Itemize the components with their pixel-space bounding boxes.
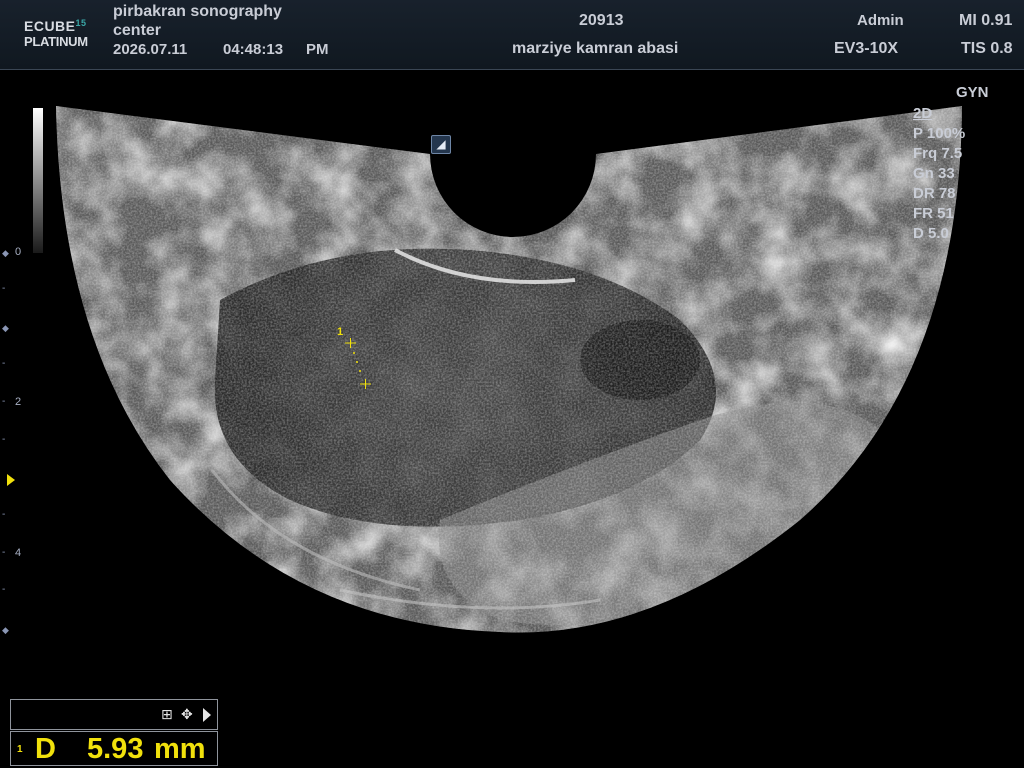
- imaging-mode: 2D: [913, 105, 933, 122]
- measurement-result: 1 D 5.93 mm: [10, 731, 218, 766]
- exam-preset: GYN: [956, 84, 989, 101]
- grid-icon[interactable]: ⊞: [161, 706, 173, 722]
- caliper-index-label: 1: [337, 326, 344, 338]
- focus-marker-icon[interactable]: [7, 474, 15, 486]
- depth-label-2: 2: [15, 396, 22, 408]
- param-power: P 100%: [913, 125, 966, 142]
- depth-tick: -: [2, 584, 6, 595]
- depth-tick: -: [2, 509, 6, 520]
- measurement-index: 1: [17, 744, 23, 755]
- measurement-value: 5.93: [87, 733, 144, 765]
- param-depth: D 5.0: [913, 225, 949, 242]
- depth-label-4: 4: [15, 547, 22, 559]
- move-icon[interactable]: ✥: [181, 706, 193, 722]
- depth-tick: ◆: [2, 248, 9, 258]
- param-frame-rate: FR 51: [913, 205, 954, 222]
- measurement-type: D: [35, 733, 56, 765]
- ultrasound-image[interactable]: [0, 0, 1024, 768]
- measurement-toolbar: ⊞ ✥: [10, 699, 218, 730]
- depth-tick: -: [2, 547, 6, 558]
- depth-label-0: 0: [15, 246, 22, 258]
- depth-tick: -: [2, 358, 6, 369]
- param-frequency: Frq 7.5: [913, 145, 963, 162]
- param-gain: Gn 33: [913, 165, 955, 182]
- measurement-unit: mm: [154, 733, 206, 765]
- depth-tick: ◆: [2, 625, 9, 635]
- play-icon[interactable]: [203, 708, 211, 722]
- imaging-parameters: 2D P 100% Frq 7.5 Gn 33 DR 78 FR 51 D 5.…: [913, 104, 1013, 244]
- depth-tick: -: [2, 434, 6, 445]
- depth-tick: ◆: [2, 323, 9, 333]
- depth-tick: -: [2, 283, 6, 294]
- depth-tick: -: [2, 396, 6, 407]
- probe-orientation-icon: ◢: [431, 135, 451, 154]
- grayscale-bar: [33, 108, 43, 253]
- param-dynamic-range: DR 78: [913, 185, 956, 202]
